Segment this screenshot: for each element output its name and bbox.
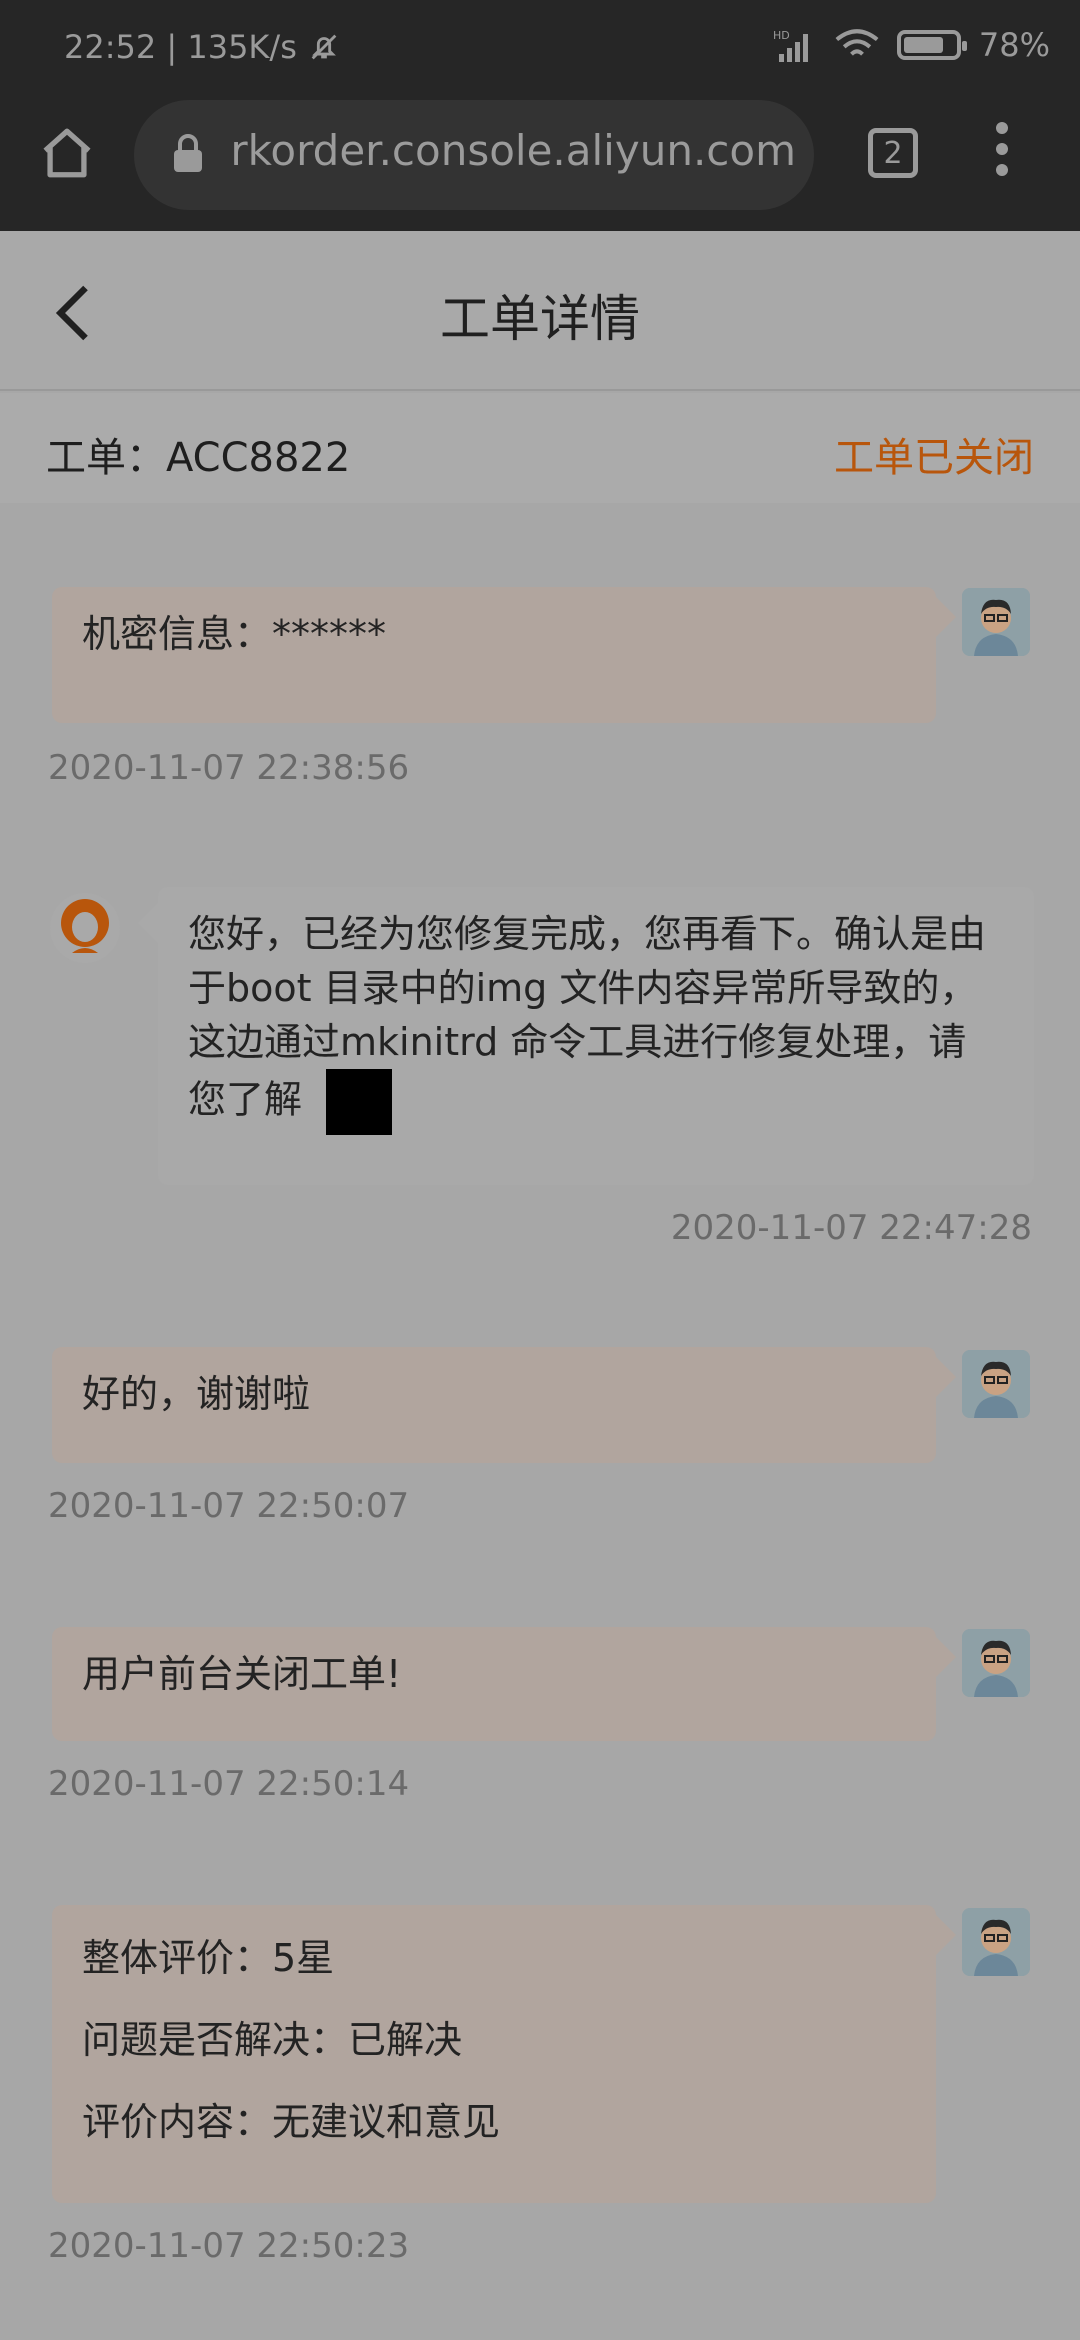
message-text: 好的，谢谢啦 xyxy=(82,1372,311,1416)
rating-overall: 整体评价：5星 xyxy=(82,1936,335,1980)
rating-resolved: 问题是否解决：已解决 xyxy=(82,2018,463,2062)
message-bubble-user: 机密信息：****** xyxy=(52,587,956,723)
user-avatar-icon xyxy=(962,1350,1030,1418)
ticket-info-bar: 工单：ACC8822 工单已关闭 xyxy=(0,393,1080,503)
more-menu-icon[interactable] xyxy=(990,122,1014,184)
browser-toolbar: workorder.console.aliyun.com 2 xyxy=(0,96,1080,231)
message-timestamp: 2020-11-07 22:50:23 xyxy=(48,2226,410,2266)
user-avatar xyxy=(962,588,1030,656)
user-avatar-icon xyxy=(962,1629,1030,1697)
mute-bell-icon xyxy=(311,34,337,60)
message-timestamp: 2020-11-07 22:47:28 xyxy=(670,1208,1032,1248)
message-text: 机密信息：****** xyxy=(82,612,387,656)
message-bubble-user: 好的，谢谢啦 xyxy=(52,1347,956,1463)
agent-avatar-icon xyxy=(50,893,120,963)
home-icon[interactable] xyxy=(38,124,96,182)
signal-hd-label: HD xyxy=(773,29,790,42)
battery-icon xyxy=(896,30,967,60)
battery-percent: 78% xyxy=(978,26,1050,64)
status-bar: 22:52 | 135K/s HD 78% xyxy=(0,0,1080,96)
ticket-id: 工单：ACC8822 xyxy=(46,435,351,481)
message-text: 用户前台关闭工单! xyxy=(82,1652,402,1696)
rating-comment: 评价内容：无建议和意见 xyxy=(82,2100,501,2144)
address-bar[interactable]: workorder.console.aliyun.com xyxy=(134,100,814,210)
agent-avatar xyxy=(50,893,120,963)
message-bubble-agent: 您好，已经为您修复完成，您再看下。确认是由于boot 目录中的img 文件内容异… xyxy=(138,887,1034,1185)
user-avatar xyxy=(962,1908,1030,1976)
tab-switcher-button[interactable]: 2 xyxy=(868,128,918,178)
tab-count: 2 xyxy=(883,135,903,171)
message-text: 您好，已经为您修复完成，您再看下。确认是由于boot 目录中的img 文件内容异… xyxy=(188,912,987,1122)
signal-icon: HD xyxy=(773,29,808,62)
status-time-speed: 22:52 | 135K/s xyxy=(64,28,297,66)
message-bubble-user: 用户前台关闭工单! xyxy=(52,1627,956,1741)
user-avatar xyxy=(962,1350,1030,1418)
page-header: 工单详情 xyxy=(0,231,1080,391)
wifi-icon xyxy=(835,29,879,56)
message-timestamp: 2020-11-07 22:38:56 xyxy=(48,748,410,788)
page-title: 工单详情 xyxy=(440,290,640,348)
user-avatar xyxy=(962,1629,1030,1697)
image-thumbnail[interactable] xyxy=(326,1069,393,1135)
message-timestamp: 2020-11-07 22:50:14 xyxy=(48,1764,410,1804)
user-avatar-icon xyxy=(962,588,1030,656)
url-text[interactable]: workorder.console.aliyun.com xyxy=(230,126,796,186)
user-avatar-icon xyxy=(962,1908,1030,1976)
ticket-status: 工单已关闭 xyxy=(834,435,1034,481)
message-bubble-user: 整体评价：5星 问题是否解决：已解决 评价内容：无建议和意见 xyxy=(52,1905,956,2203)
message-timestamp: 2020-11-07 22:50:07 xyxy=(48,1486,410,1526)
lock-icon xyxy=(174,134,202,172)
